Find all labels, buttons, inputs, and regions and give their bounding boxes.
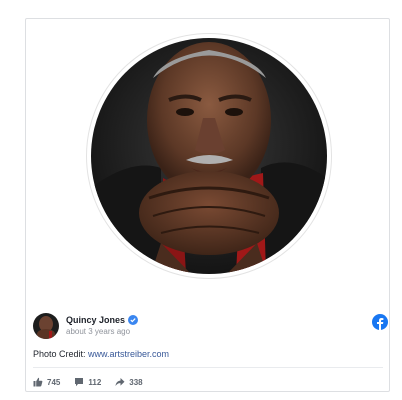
verified-badge-icon — [128, 315, 138, 325]
facebook-icon[interactable] — [372, 314, 388, 330]
post-photo-frame[interactable] — [86, 33, 332, 279]
post-caption: Photo Credit: www.artstreiber.com — [33, 349, 169, 359]
divider — [33, 367, 383, 368]
share-stat[interactable]: 338 — [115, 377, 143, 387]
caption-prefix: Photo Credit: — [33, 349, 89, 359]
author-avatar[interactable] — [33, 313, 59, 339]
comment-bubble-icon — [75, 378, 84, 387]
engagement-stats: 745 112 338 — [33, 376, 157, 388]
post-header: Quincy Jones about 3 years ago — [33, 313, 388, 341]
author-name[interactable]: Quincy Jones — [66, 315, 125, 325]
like-count: 745 — [47, 377, 61, 387]
facebook-post-card: Quincy Jones about 3 years ago Photo Cre… — [25, 18, 390, 392]
post-timestamp[interactable]: about 3 years ago — [66, 327, 130, 336]
post-photo[interactable] — [91, 38, 327, 274]
share-count: 338 — [129, 377, 143, 387]
share-arrow-icon — [115, 378, 125, 386]
like-stat[interactable]: 745 — [33, 377, 60, 387]
thumbs-up-icon — [33, 377, 43, 387]
comment-stat[interactable]: 112 — [74, 377, 101, 387]
caption-link[interactable]: www.artstreiber.com — [88, 349, 169, 359]
comment-count: 112 — [88, 377, 102, 387]
